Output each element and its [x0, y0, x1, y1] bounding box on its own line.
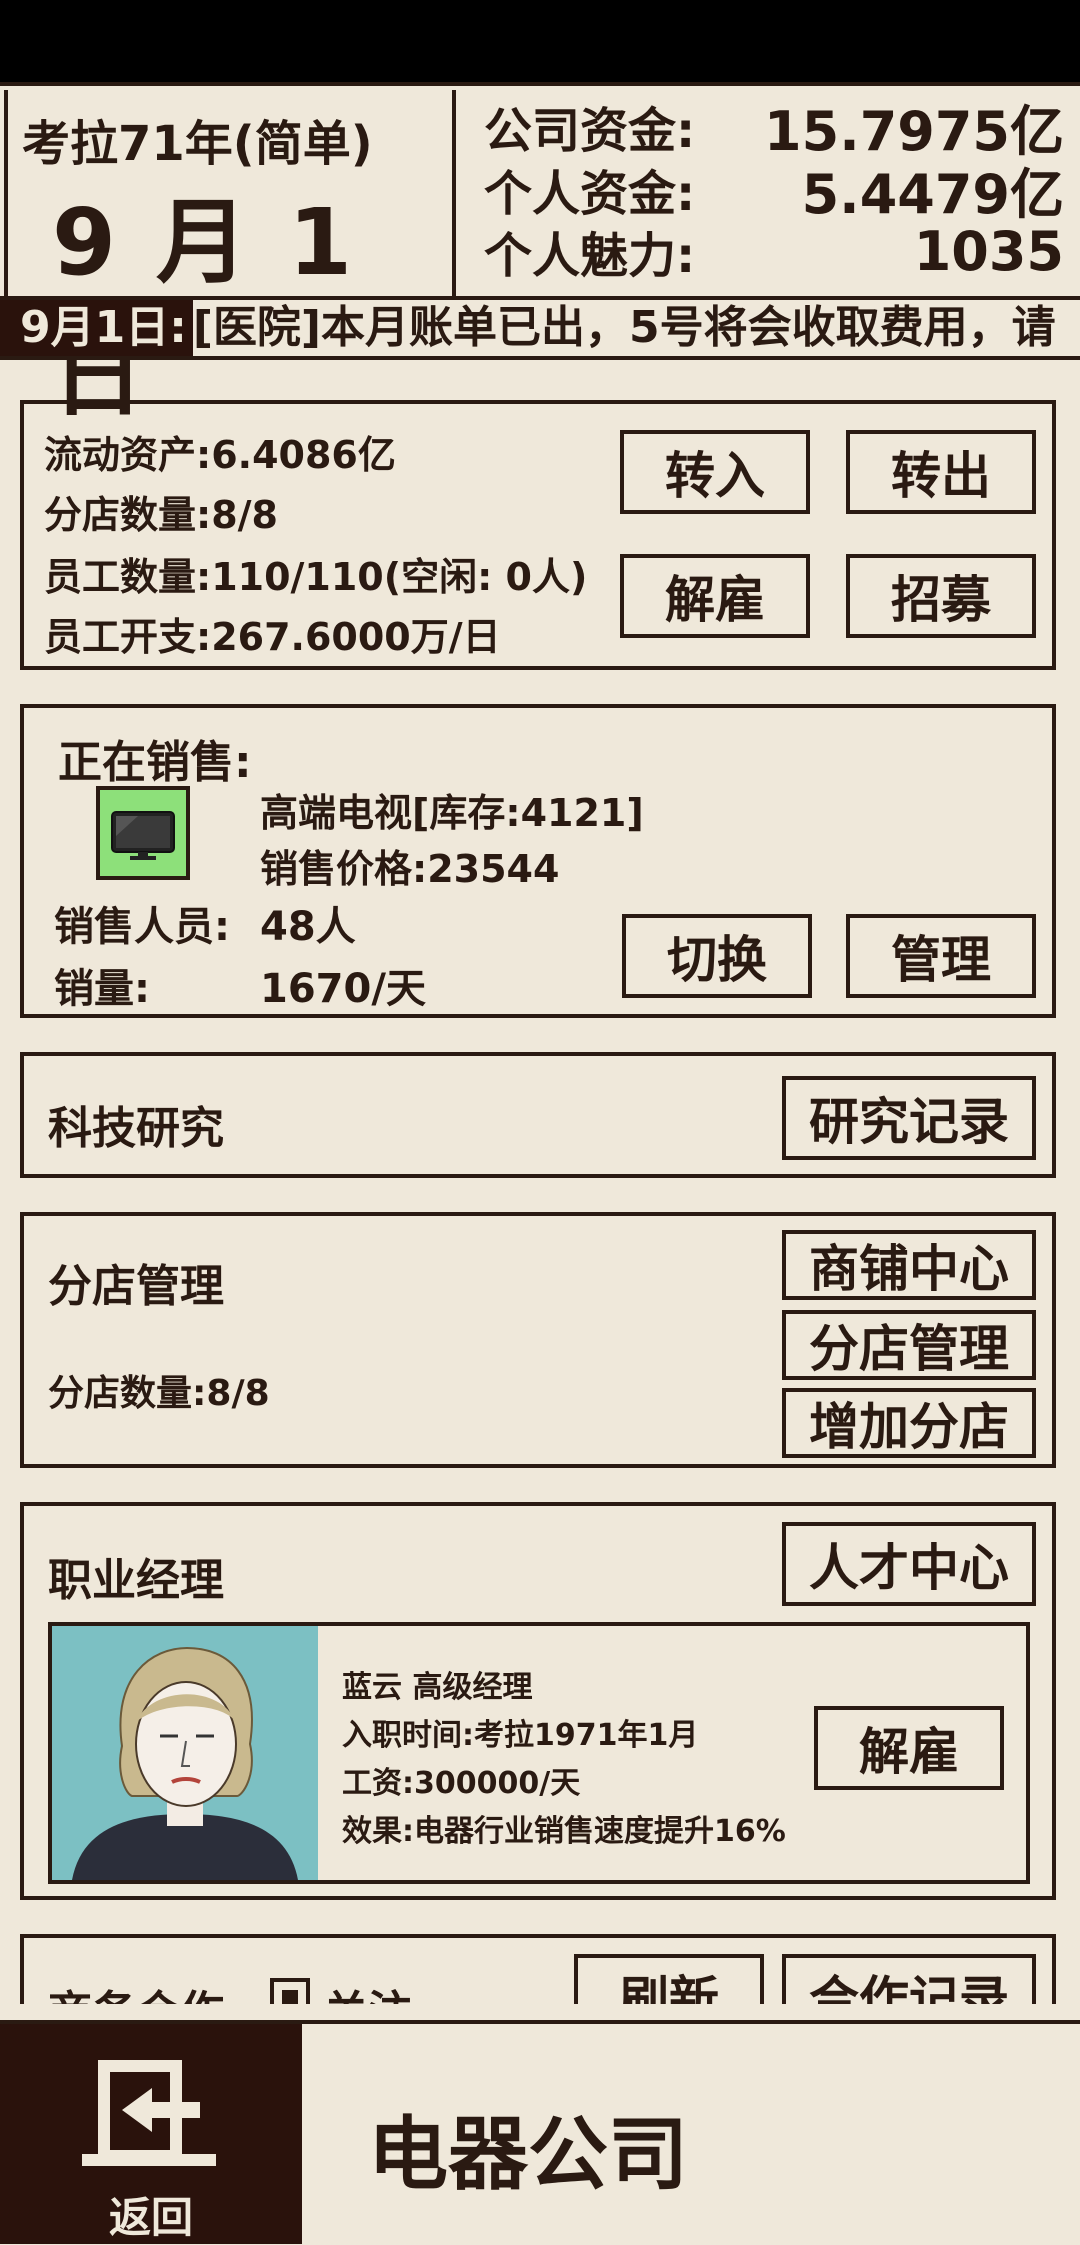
manager-joined: 入职时间:考拉1971年1月: [342, 1718, 699, 1753]
back-label: 返回: [108, 2193, 193, 2242]
branch-management-title: 分店管理: [48, 1261, 224, 1312]
charisma-value: 1035: [913, 219, 1064, 283]
ticker-date: 9月1日:: [0, 300, 193, 356]
transfer-out-button[interactable]: 转出: [846, 430, 1036, 514]
branch-management-count: 分店数量:8/8: [48, 1373, 270, 1414]
shop-center-button[interactable]: 商铺中心: [782, 1230, 1036, 1300]
manage-sales-button[interactable]: 管理: [846, 914, 1036, 998]
ticker-message: [医院]本月账单已出，5号将会收取费用，请: [192, 302, 1056, 353]
back-icon: [82, 2060, 216, 2176]
assets-panel: 流动资产:6.4086亿 分店数量:8/8 员工数量:110/110(空闲: 0…: [20, 400, 1056, 670]
research-records-button[interactable]: 研究记录: [782, 1076, 1036, 1160]
sales-volume-value: 1670/天: [260, 966, 426, 1012]
personal-funds-value: 5.4479亿: [801, 162, 1064, 226]
business-panel-clip: 商务合作 关注 刷新 合作记录: [0, 1934, 1080, 2004]
follow-label: 关注: [324, 1976, 412, 2004]
tv-icon: [96, 786, 190, 880]
charisma-label: 个人魅力:: [484, 228, 696, 284]
game-year: 考拉71年(简单): [22, 116, 373, 172]
staff-expense: 员工开支:267.6000万/日: [44, 615, 501, 659]
follow-checkbox[interactable]: [270, 1978, 310, 2004]
funds-panel: 公司资金: 15.7975亿 个人资金: 5.4479亿 个人魅力: 1035: [484, 94, 1064, 285]
product-name: 高端电视[库存:4121]: [260, 791, 644, 835]
cooperation-records-button[interactable]: 合作记录: [782, 1954, 1036, 2004]
branch-management-panel: 分店管理 分店数量:8/8 商铺中心 分店管理 增加分店: [20, 1212, 1056, 1468]
fire-staff-button[interactable]: 解雇: [620, 554, 810, 638]
sales-title: 正在销售:: [58, 737, 252, 788]
personal-funds-label: 个人资金:: [484, 166, 696, 222]
header: 考拉71年(简单) 9 月 1 日 公司资金: 15.7975亿 个人资金: 5…: [0, 82, 1080, 429]
business-title: 商务合作: [48, 1976, 224, 2004]
staff-count: 员工数量:110/110(空闲: 0人): [44, 555, 588, 599]
manager-name: 蓝云 高级经理: [342, 1670, 533, 1705]
manager-panel: 职业经理 人才中心 蓝云 高级经理 入职时间:考拉1971年1月 工资:3000…: [20, 1502, 1056, 1900]
sales-panel: 正在销售: 高端电视[库存:4121] 销售价格:23544 销售人员: 48人…: [20, 704, 1056, 1018]
branch-count: 分店数量:8/8: [44, 493, 278, 537]
sales-staff-value: 48人: [260, 904, 356, 950]
add-branch-button[interactable]: 增加分店: [782, 1388, 1036, 1458]
company-funds-label: 公司资金:: [484, 103, 696, 159]
manager-portrait: [52, 1626, 318, 1880]
manager-salary: 工资:300000/天: [342, 1766, 581, 1801]
sales-volume-label: 销量:: [54, 966, 150, 1012]
liquid-assets: 流动资产:6.4086亿: [44, 433, 396, 477]
transfer-in-button[interactable]: 转入: [620, 430, 810, 514]
business-panel: 商务合作 关注 刷新 合作记录: [20, 1934, 1056, 2004]
recruit-button[interactable]: 招募: [846, 554, 1036, 638]
research-panel: 科技研究 研究记录: [20, 1052, 1056, 1178]
fire-manager-button[interactable]: 解雇: [814, 1706, 1004, 1790]
footer: 返回 电器公司: [0, 2020, 1080, 2244]
research-title: 科技研究: [48, 1103, 224, 1154]
manager-card: 蓝云 高级经理 入职时间:考拉1971年1月 工资:300000/天 效果:电器…: [48, 1622, 1030, 1884]
branch-manage-button[interactable]: 分店管理: [782, 1310, 1036, 1380]
date-panel: 考拉71年(简单) 9 月 1 日: [4, 90, 456, 429]
manager-title: 职业经理: [48, 1555, 224, 1606]
company-name: 电器公司: [368, 2108, 688, 2201]
talent-center-button[interactable]: 人才中心: [782, 1522, 1036, 1606]
manager-effect: 效果:电器行业销售速度提升16%: [342, 1814, 786, 1849]
status-bar: [0, 0, 1080, 82]
news-ticker: 9月1日: [医院]本月账单已出，5号将会收取费用，请: [0, 300, 1080, 360]
product-price: 销售价格:23544: [260, 847, 560, 891]
refresh-button[interactable]: 刷新: [574, 1954, 764, 2004]
back-button[interactable]: 返回: [0, 2024, 302, 2244]
sales-staff-label: 销售人员:: [54, 904, 230, 950]
switch-product-button[interactable]: 切换: [622, 914, 812, 998]
